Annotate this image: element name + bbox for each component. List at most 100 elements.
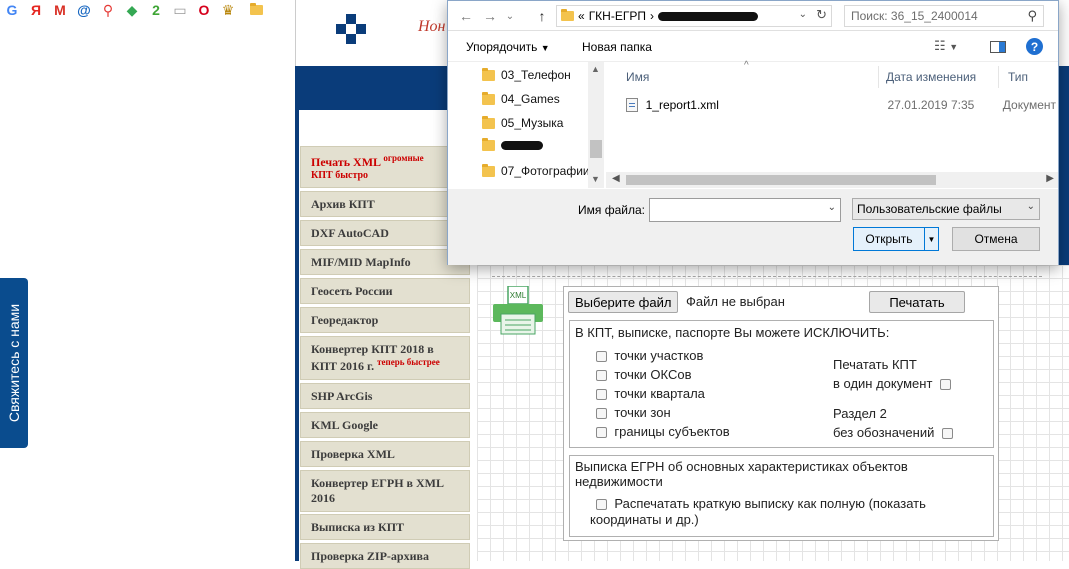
tree-item-telefon[interactable]: 03_Телефон (482, 67, 571, 82)
search-icon[interactable]: ⚲ (1027, 8, 1037, 24)
menu-shp-arcgis[interactable]: SHP ArcGis (300, 383, 470, 409)
cancel-button[interactable]: Отмена (952, 227, 1040, 251)
file-type-filter[interactable]: Пользовательские файлы ⌄ (852, 198, 1040, 220)
tree-scrollbar[interactable]: ▲ ▼ (588, 62, 604, 188)
xml-file-icon (626, 98, 638, 112)
address-bar[interactable]: « ГКН-ЕГРП › ⌄ ↻ (556, 5, 832, 27)
exclude-option-3[interactable]: точки зон (596, 405, 671, 420)
menu-check-zip[interactable]: Проверка ZIP-архива (300, 543, 470, 569)
history-chevron-icon[interactable]: ⌄ (500, 5, 520, 27)
menu-print-xml[interactable]: Печать XML огромные КПТ быстро (300, 146, 470, 188)
refresh-icon[interactable]: ↻ (816, 7, 827, 23)
search-box[interactable]: Поиск: 36_15_2400014 ⚲ (844, 5, 1044, 27)
no-file-text: Файл не выбран (686, 294, 785, 309)
emblem-icon[interactable]: ♛ (216, 0, 240, 20)
egrn-panel: Выписка ЕГРН об основных характеристиках… (569, 455, 994, 537)
organize-button[interactable]: Упорядочить ▼ (466, 40, 550, 54)
egrn-heading: Выписка ЕГРН об основных характеристиках… (575, 459, 908, 489)
exclude-option-4[interactable]: границы субъектов (596, 424, 730, 439)
opera-icon[interactable]: O (192, 0, 216, 20)
menu-georedactor[interactable]: Георедактор (300, 307, 470, 333)
exclude-option-0[interactable]: точки участков (596, 348, 703, 363)
file-row[interactable]: 1_report1.xml 27.01.2019 7:35 Документ (626, 96, 1056, 114)
help-icon[interactable]: ? (1026, 38, 1043, 55)
egrn-option[interactable]: Распечатать краткую выписку как полную (… (590, 496, 980, 528)
file-list-hscrollbar[interactable]: ◀ ▶ (606, 172, 1058, 188)
folder-tree: 03_Телефон 04_Games 05_Музыка 07_Фотогра… (448, 62, 604, 188)
filename-label: Имя файла: (578, 203, 645, 217)
menu-archive-kpt[interactable]: Архив КПТ (300, 191, 470, 217)
gmail-icon[interactable]: M (48, 0, 72, 20)
tree-scroll-thumb[interactable] (590, 140, 602, 158)
feedback-tab[interactable]: Свяжитесь с нами (0, 278, 28, 448)
column-type[interactable]: Тип (1008, 70, 1028, 84)
tree-item-redacted[interactable] (482, 138, 549, 151)
view-options-icon[interactable]: ☷ ▼ (934, 38, 958, 54)
checkbox[interactable] (596, 408, 607, 420)
column-date[interactable]: Дата изменения (886, 70, 976, 84)
print-button[interactable]: Печатать (869, 291, 965, 313)
chevron-down-icon[interactable]: ⌄ (799, 9, 807, 20)
site-blue-edge (1059, 66, 1069, 266)
filename-input[interactable]: ⌄ (649, 198, 841, 222)
printer-xml-label: XML (510, 291, 527, 300)
checkbox[interactable] (939, 379, 951, 391)
breadcrumb-folder[interactable]: ГКН-ЕГРП (589, 9, 646, 23)
menu-check-xml[interactable]: Проверка XML (300, 441, 470, 467)
folder-icon (482, 67, 495, 81)
redacted-name (501, 141, 543, 150)
checkbox[interactable] (596, 370, 607, 382)
open-split-arrow-icon[interactable]: ▼ (924, 228, 938, 250)
file-name: 1_report1.xml (645, 98, 719, 112)
chevron-down-icon: ⌄ (1026, 201, 1035, 212)
chevron-down-icon[interactable]: ⌄ (828, 202, 836, 213)
site-logo (336, 8, 396, 48)
menu-converter-egrn[interactable]: Конвертер ЕГРН в XML 2016 (300, 470, 470, 512)
checkbox[interactable] (941, 428, 953, 440)
checkbox[interactable] (596, 499, 607, 511)
exclude-option-2[interactable]: точки квартала (596, 386, 705, 401)
google-icon[interactable]: G (0, 0, 24, 20)
menu-converter-kpt[interactable]: Конвертер КПТ 2018 в КПТ 2016 г. теперь … (300, 336, 470, 380)
google-maps-icon[interactable]: ◆ (120, 0, 144, 20)
preview-pane-icon[interactable] (990, 41, 1006, 53)
site-left-margin (285, 0, 295, 561)
two-gis-icon[interactable]: 2 (144, 0, 168, 20)
menu-mif-mapinfo[interactable]: MIF/MID MapInfo (300, 249, 470, 275)
print-kpt-option[interactable]: в один документ (833, 376, 951, 391)
choose-file-button[interactable]: Выберите файл (568, 291, 679, 313)
address-bar-row: ← → ⌄ ↑ « ГКН-ЕГРП › ⌄ ↻ Поиск: 36_15_24… (448, 1, 1058, 31)
checkbox[interactable] (596, 389, 607, 401)
back-arrow-icon[interactable]: ← (456, 5, 476, 27)
mail-ru-icon[interactable]: @ (72, 0, 96, 20)
yandex-icon[interactable]: Я (24, 0, 48, 20)
tree-item-photos[interactable]: 07_Фотографии (482, 163, 590, 178)
folder-icon (482, 91, 495, 105)
checkbox[interactable] (596, 351, 607, 363)
maps-pin-icon[interactable]: ⚲ (96, 0, 120, 20)
exclude-heading: В КПТ, выписке, паспорте Вы можете ИСКЛЮ… (575, 325, 890, 340)
file-type: Документ (1002, 98, 1056, 112)
new-folder-button[interactable]: Новая папка (582, 40, 652, 54)
forward-arrow-icon[interactable]: → (480, 5, 500, 27)
feedback-label: Свяжитесь с нами (6, 303, 23, 423)
folder-icon (250, 3, 263, 15)
tree-item-games[interactable]: 04_Games (482, 91, 560, 106)
menu-dxf-autocad[interactable]: DXF AutoCAD (300, 220, 470, 246)
checkbox[interactable] (596, 427, 607, 439)
chevron-down-icon: ▼ (540, 43, 550, 53)
column-name[interactable]: Имя (626, 70, 649, 84)
section2-option[interactable]: без обозначений (833, 425, 953, 440)
up-arrow-icon[interactable]: ↑ (532, 5, 552, 27)
menu-extract-kpt[interactable]: Выписка из КПТ (300, 514, 470, 540)
bookmark-folder-1[interactable] (250, 3, 286, 15)
file-list: ^ Имя Дата изменения Тип 1_report1.xml 2… (606, 60, 1058, 188)
bookmark-doc-icon[interactable]: ▭ (168, 0, 192, 20)
print-kpt-line1: Печатать КПТ (833, 357, 917, 372)
menu-geoset[interactable]: Геосеть России (300, 278, 470, 304)
open-button[interactable]: Открыть ▼ (853, 227, 939, 251)
menu-kml-google[interactable]: KML Google (300, 412, 470, 438)
hscroll-thumb[interactable] (626, 175, 936, 185)
tree-item-music[interactable]: 05_Музыка (482, 115, 563, 130)
exclude-option-1[interactable]: точки ОКСов (596, 367, 692, 382)
